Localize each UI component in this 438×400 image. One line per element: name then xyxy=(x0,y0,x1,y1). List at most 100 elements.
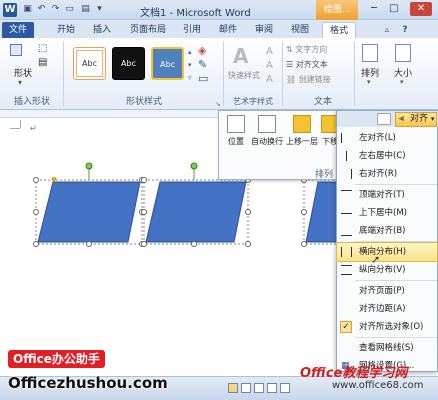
shapes-dropdown-icon[interactable]: ▾ xyxy=(18,78,22,87)
word-app-icon[interactable]: W xyxy=(3,3,17,17)
save-icon[interactable]: ▣ xyxy=(22,4,33,15)
full-screen-view-icon[interactable] xyxy=(241,383,251,393)
open-icon[interactable]: ▭ xyxy=(64,4,75,15)
shape-effects-icon[interactable]: ▭ xyxy=(198,72,208,85)
qat-dropdown-icon[interactable]: ▾ xyxy=(94,4,105,15)
undo-icon[interactable]: ↶ xyxy=(36,4,47,15)
bring-forward-button[interactable]: 上移一层 xyxy=(285,115,319,157)
menu-item-align-bottom[interactable]: 底端对齐(B) xyxy=(337,222,437,240)
menu-item-view-gridlines[interactable]: 查看网格线(S) xyxy=(337,339,437,357)
maximize-icon[interactable]: □ xyxy=(386,2,402,16)
menu-separator xyxy=(355,241,437,242)
menu-item-align-left[interactable]: 左对齐(L) xyxy=(337,129,437,147)
distribute-horizontal-icon xyxy=(341,247,352,257)
tab-insert[interactable]: 插入 xyxy=(88,22,116,38)
close-icon[interactable]: ✕ xyxy=(410,2,432,16)
shape-style-1[interactable]: Abc xyxy=(73,47,106,80)
text-box-icon[interactable]: ▤ xyxy=(38,57,50,68)
menu-item-distribute-vertically[interactable]: 纵向分布(V) xyxy=(337,261,437,279)
size-icon[interactable] xyxy=(395,44,411,62)
text-direction-icon: ⇅ xyxy=(286,45,296,54)
wordart-a-icon[interactable]: A xyxy=(233,44,248,68)
group-icon[interactable] xyxy=(377,113,391,125)
shape-fill-icon[interactable]: ◈ xyxy=(198,44,206,57)
align-text-icon: ☰ xyxy=(286,60,296,69)
align-middle-icon xyxy=(341,213,352,214)
help-icon[interactable]: ? xyxy=(398,22,412,38)
tab-review[interactable]: 审阅 xyxy=(250,22,278,38)
shape-style-2[interactable]: Abc xyxy=(112,47,145,80)
align-right-icon xyxy=(341,169,352,179)
align-button[interactable]: ⫷ 对齐 ▾ xyxy=(395,112,437,127)
tab-view[interactable]: 视图 xyxy=(286,22,314,38)
style-gallery-scroll[interactable]: ▴ ▾ ▿ xyxy=(188,46,194,86)
edit-shape-icon[interactable]: ⬚ xyxy=(38,43,50,54)
margin-corner-mark xyxy=(20,120,21,128)
shape-outline-icon[interactable]: ✎ xyxy=(198,58,207,71)
menu-item-align-top[interactable]: 顶端对齐(T) xyxy=(337,186,437,204)
shapes-gallery-icon[interactable] xyxy=(10,44,22,56)
size-dropdown-icon[interactable]: ▾ xyxy=(400,78,404,86)
parallelogram-shape-1[interactable] xyxy=(33,162,145,247)
paragraph-mark: ↵ xyxy=(30,124,37,133)
align-bottom-icon xyxy=(341,226,352,236)
checkmark-icon: ✓ xyxy=(340,321,352,333)
menu-item-distribute-horizontally[interactable]: 横向分布(H) xyxy=(336,242,438,262)
menu-item-align-right[interactable]: 右对齐(R) xyxy=(337,165,437,183)
tab-page-layout[interactable]: 页面布局 xyxy=(124,22,172,38)
text-fill-icon: A xyxy=(266,46,273,57)
minimize-icon[interactable]: ─ xyxy=(366,2,382,16)
draft-view-icon[interactable] xyxy=(280,383,290,393)
group-separator xyxy=(223,42,224,106)
text-effects-icon: A xyxy=(266,74,273,85)
menu-separator xyxy=(355,184,437,185)
watermark-site: Officezhushou.com xyxy=(8,374,168,392)
tab-mailings[interactable]: 邮件 xyxy=(214,22,242,38)
title-bar: W ▣ ↶ ↷ ▭ ▤ ▾ 文档1 - Microsoft Word 绘图...… xyxy=(0,0,438,20)
group-separator xyxy=(63,42,64,106)
arrange-dropdown-icon[interactable]: ▾ xyxy=(367,78,371,86)
redo-icon[interactable]: ↷ xyxy=(50,4,61,15)
tab-home[interactable]: 开始 xyxy=(52,22,80,38)
bring-forward-icon xyxy=(293,115,311,133)
quick-styles-label[interactable]: 快速样式 xyxy=(228,70,260,81)
distribute-vertical-icon xyxy=(341,265,352,275)
position-button[interactable]: 位置 xyxy=(223,115,249,157)
shape-style-3[interactable]: Abc xyxy=(151,47,184,80)
menu-separator xyxy=(355,280,437,281)
menu-item-align-center[interactable]: 左右居中(C) xyxy=(337,147,437,165)
menu-item-align-middle[interactable]: 上下居中(M) xyxy=(337,204,437,222)
web-layout-view-icon[interactable] xyxy=(254,383,264,393)
print-layout-view-icon[interactable] xyxy=(228,383,238,393)
print-icon[interactable]: ▤ xyxy=(80,4,91,15)
group-label-text: 文本 xyxy=(313,97,332,107)
menu-item-align-to-page[interactable]: 对齐页面(P) xyxy=(337,282,437,300)
align-top-icon xyxy=(341,190,352,200)
arrange-icon[interactable] xyxy=(362,44,378,62)
shapes-button-label[interactable]: 形状 xyxy=(10,66,36,79)
align-menu-header: ⫷ 对齐 ▾ xyxy=(337,111,438,127)
parallelogram-shape-3[interactable] xyxy=(301,177,341,247)
text-direction-label: ⇅ 文字方向 xyxy=(286,45,328,54)
dialog-launcher-icon[interactable]: ↘ xyxy=(215,100,221,108)
tab-file[interactable]: 文件 xyxy=(2,22,34,38)
link-icon: ⛓ xyxy=(286,75,299,84)
watermark-badge: Office办公助手 xyxy=(8,350,105,368)
align-button-icon: ⫷ xyxy=(399,114,405,124)
ribbon-tab-bar: 文件 开始 插入 页面布局 引用 邮件 审阅 视图 格式 ▵ ? xyxy=(0,20,438,38)
watermark-url: www.office68.com xyxy=(332,380,424,391)
drawing-tools-context-tab: 绘图... xyxy=(316,0,358,20)
menu-separator xyxy=(355,337,437,338)
menu-item-align-to-margin[interactable]: 对齐边距(A) xyxy=(337,300,437,318)
align-text-label[interactable]: ☰ 对齐文本 xyxy=(286,59,328,70)
outline-view-icon[interactable] xyxy=(267,383,277,393)
minimize-ribbon-icon[interactable]: ▵ xyxy=(380,22,394,38)
align-center-icon xyxy=(341,151,347,161)
tab-references[interactable]: 引用 xyxy=(178,22,206,38)
margin-corner-mark xyxy=(10,128,20,129)
position-icon xyxy=(227,115,245,133)
wrap-text-button[interactable]: 自动换行 xyxy=(249,115,285,157)
tab-format[interactable]: 格式 xyxy=(322,22,356,38)
arrange-dropdown-panel: 位置 自动换行 上移一层 下移 排列 xyxy=(218,110,344,180)
menu-item-align-selected-objects[interactable]: ✓ 对齐所选对象(O) xyxy=(337,318,437,336)
